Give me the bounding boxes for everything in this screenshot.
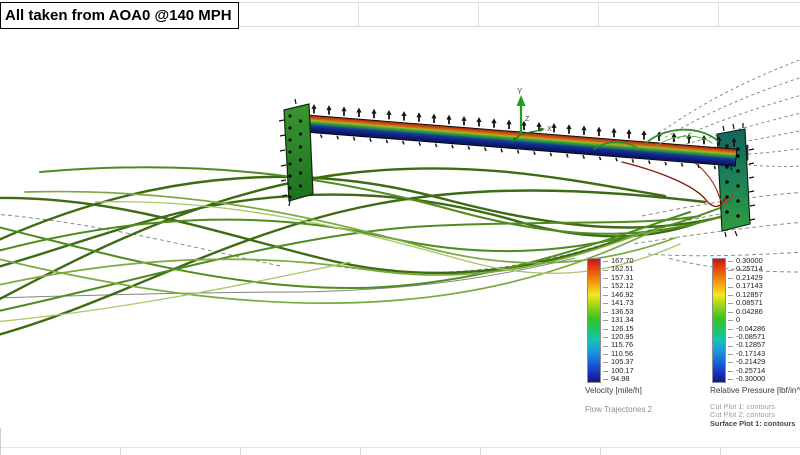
velocity-unit-label: Velocity [mile/h] xyxy=(585,386,713,395)
pressure-unit-label: Relative Pressure [lbf/in^2] xyxy=(710,386,800,395)
z-axis-label: Z xyxy=(525,116,530,123)
y-axis-arrowhead xyxy=(517,95,526,106)
x-axis-arrowhead xyxy=(539,127,545,132)
surface-plot-1-caption: Surface Plot 1: contours xyxy=(710,420,795,428)
plot-captions: Cut Plot 1: contours Cut Plot 2: contour… xyxy=(710,403,795,428)
pressure-tick-labels: 0.300000.257140.214290.171430.128570.085… xyxy=(728,257,765,384)
right-endplate xyxy=(717,123,755,237)
legend-tick-label: 0.04286 xyxy=(728,308,765,316)
velocity-colorbar xyxy=(587,258,601,383)
velocity-tick-labels: 167.70162.51157.31152.12146.92141.73136.… xyxy=(603,257,634,384)
left-endplate xyxy=(279,99,313,206)
legend-tick-label: -0.30000 xyxy=(728,375,765,383)
y-axis-label: Y xyxy=(517,87,523,96)
pressure-colorbar xyxy=(712,258,726,383)
x-axis-label: X xyxy=(547,126,552,133)
legend-tick-label: 94.98 xyxy=(603,375,634,383)
flow-trajectories-caption: Flow Trajectories 2 xyxy=(585,405,652,414)
dashed-streamlines-wake xyxy=(0,192,800,272)
